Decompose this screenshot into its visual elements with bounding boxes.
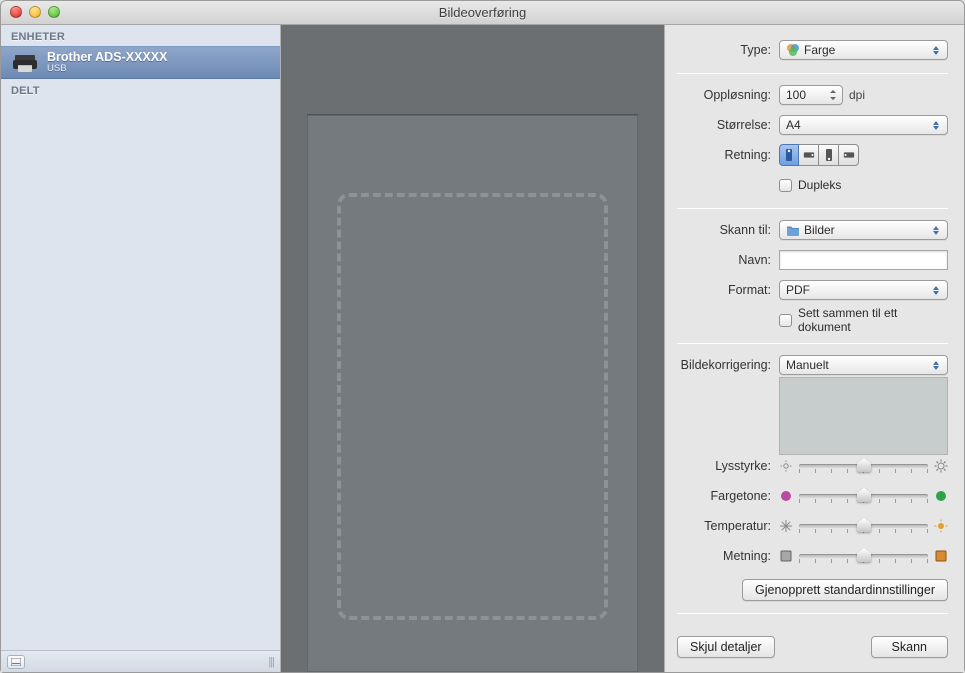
scan-to-value: Bilder bbox=[804, 223, 835, 237]
type-value: Farge bbox=[804, 43, 835, 57]
orientation-segmented bbox=[779, 144, 859, 166]
sidebar-group-devices: ENHETER bbox=[1, 25, 280, 46]
brightness-low-icon bbox=[779, 459, 793, 473]
resolution-label: Oppløsning: bbox=[677, 88, 779, 102]
orientation-landscape-flipped[interactable] bbox=[839, 144, 859, 166]
brightness-high-icon bbox=[934, 459, 948, 473]
color-icon bbox=[786, 43, 800, 57]
type-select[interactable]: Farge bbox=[779, 40, 948, 60]
temperature-label: Temperatur: bbox=[677, 519, 779, 533]
temperature-cool-icon bbox=[779, 519, 793, 533]
sidebar-device-selected[interactable]: Brother ADS-XXXXX USB bbox=[1, 46, 280, 79]
format-select[interactable]: PDF bbox=[779, 280, 948, 300]
name-input[interactable] bbox=[779, 250, 948, 270]
device-name: Brother ADS-XXXXX bbox=[47, 50, 167, 64]
device-connection: USB bbox=[47, 64, 167, 75]
temperature-slider[interactable] bbox=[799, 517, 928, 535]
type-label: Type: bbox=[677, 43, 779, 57]
correction-label: Bildekorrigering: bbox=[677, 358, 779, 372]
orientation-portrait-flipped[interactable] bbox=[819, 144, 839, 166]
hue-green-icon bbox=[934, 489, 948, 503]
hue-label: Fargetone: bbox=[677, 489, 779, 503]
sidebar-resize-grip[interactable]: ||| bbox=[268, 656, 274, 668]
combine-checkbox[interactable] bbox=[779, 314, 792, 327]
orientation-landscape[interactable] bbox=[799, 144, 819, 166]
name-label: Navn: bbox=[677, 253, 779, 267]
size-label: Størrelse: bbox=[677, 118, 779, 132]
saturation-low-icon bbox=[779, 549, 793, 563]
hide-details-button[interactable]: Skjul detaljer bbox=[677, 636, 775, 658]
duplex-label: Dupleks bbox=[798, 178, 841, 192]
format-value: PDF bbox=[786, 283, 810, 297]
hue-magenta-icon bbox=[779, 489, 793, 503]
minimize-window-button[interactable] bbox=[29, 6, 41, 18]
saturation-high-icon bbox=[934, 549, 948, 563]
scan-button[interactable]: Skann bbox=[871, 636, 948, 658]
orientation-portrait[interactable] bbox=[779, 144, 799, 166]
duplex-checkbox[interactable] bbox=[779, 179, 792, 192]
reset-defaults-button[interactable]: Gjenopprett standardinnstillinger bbox=[742, 579, 948, 601]
resolution-input[interactable]: 100 bbox=[779, 85, 843, 105]
resolution-unit: dpi bbox=[849, 88, 865, 102]
scan-to-select[interactable]: Bilder bbox=[779, 220, 948, 240]
sidebar-group-shared: DELT bbox=[1, 79, 280, 100]
sidebar-footer: ||| bbox=[1, 650, 280, 672]
zoom-window-button[interactable] bbox=[48, 6, 60, 18]
brightness-slider[interactable] bbox=[799, 457, 928, 475]
sidebar-view-toggle[interactable] bbox=[7, 655, 25, 669]
correction-preview bbox=[779, 377, 948, 455]
saturation-label: Metning: bbox=[677, 549, 779, 563]
close-window-button[interactable] bbox=[10, 6, 22, 18]
preview-page bbox=[307, 115, 638, 672]
app-window: Bildeoverføring ENHETER Brother ADS-XXXX… bbox=[0, 0, 965, 673]
window-title: Bildeoverføring bbox=[1, 5, 964, 20]
crop-selection[interactable] bbox=[337, 193, 608, 620]
folder-icon bbox=[786, 223, 800, 237]
saturation-slider[interactable] bbox=[799, 547, 928, 565]
title-bar: Bildeoverføring bbox=[1, 1, 964, 25]
size-value: A4 bbox=[786, 118, 801, 132]
resolution-value: 100 bbox=[786, 88, 806, 102]
window-controls bbox=[10, 6, 60, 18]
size-select[interactable]: A4 bbox=[779, 115, 948, 135]
correction-select[interactable]: Manuelt bbox=[779, 355, 948, 375]
hue-slider[interactable] bbox=[799, 487, 928, 505]
sidebar: ENHETER Brother ADS-XXXXX USB DELT bbox=[1, 25, 281, 672]
temperature-warm-icon bbox=[934, 519, 948, 533]
printer-icon bbox=[11, 52, 39, 74]
orientation-label: Retning: bbox=[677, 148, 779, 162]
correction-value: Manuelt bbox=[786, 358, 829, 372]
scan-to-label: Skann til: bbox=[677, 223, 779, 237]
brightness-label: Lysstyrke: bbox=[677, 459, 779, 473]
settings-panel: Type: Farge Oppløsning: 100 bbox=[664, 25, 964, 672]
format-label: Format: bbox=[677, 283, 779, 297]
combine-label: Sett sammen til ett dokument bbox=[798, 306, 948, 334]
preview-area[interactable] bbox=[281, 25, 664, 672]
